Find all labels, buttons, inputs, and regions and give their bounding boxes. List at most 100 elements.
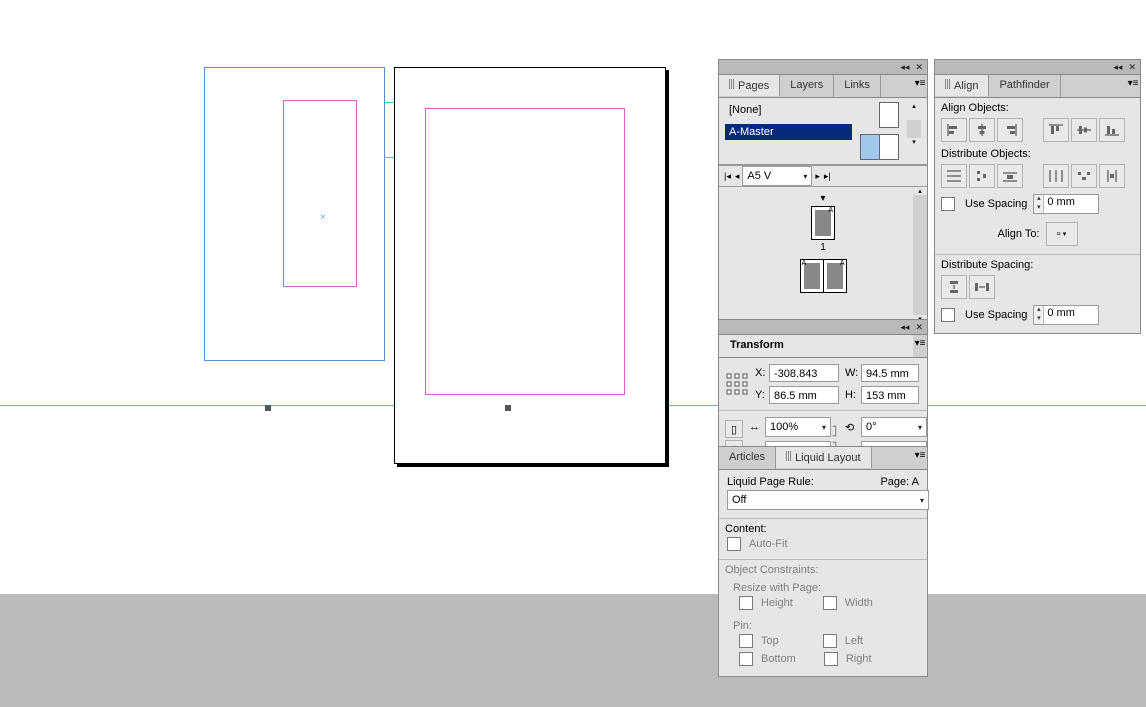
use-spacing-checkbox[interactable]: [941, 197, 955, 211]
panel-menu-icon[interactable]: ▾≡: [913, 75, 927, 97]
dist-vspace-icon[interactable]: [941, 275, 967, 299]
spread-thumb-right[interactable]: A: [824, 259, 847, 293]
nav-first-icon[interactable]: |◂: [723, 171, 732, 182]
panel-header: ◂◂ ✕: [719, 60, 927, 75]
pasteboard-bg: [0, 594, 1146, 707]
pin-top-label: Top: [761, 635, 779, 647]
align-right-icon[interactable]: [997, 118, 1023, 142]
h-label: H:: [845, 389, 861, 401]
align-left-icon[interactable]: [941, 118, 967, 142]
align-objects-label: Align Objects:: [935, 98, 1140, 116]
align-vcenter-icon[interactable]: [1071, 118, 1097, 142]
dist-right-icon[interactable]: [1099, 164, 1125, 188]
align-to-selector[interactable]: ▫▾: [1046, 222, 1078, 246]
margin-frame: [283, 100, 357, 287]
pin-left-checkbox[interactable]: [823, 634, 837, 648]
panel-header: ◂◂ ✕: [719, 320, 927, 335]
master-item-a[interactable]: A-Master: [725, 124, 852, 140]
nav-next-icon[interactable]: ▸: [814, 171, 821, 182]
page-thumb-1[interactable]: A: [811, 206, 835, 240]
tab-row: Align Pathfinder ▾≡: [935, 75, 1140, 98]
tab-row: Transform ▾≡: [719, 335, 927, 358]
dist-top-icon[interactable]: [941, 164, 967, 188]
page-handle[interactable]: [505, 405, 511, 411]
height-checkbox[interactable]: [739, 596, 753, 610]
use-spacing-label: Use Spacing: [965, 198, 1027, 210]
page-handle[interactable]: [265, 405, 271, 411]
page-a4[interactable]: [394, 67, 666, 464]
panel-menu-icon[interactable]: ▾≡: [1126, 75, 1140, 97]
dist-left-icon[interactable]: [1043, 164, 1069, 188]
y-field[interactable]: 86.5 mm: [769, 386, 839, 404]
collapse-icon[interactable]: ◂◂: [900, 322, 909, 333]
x-field[interactable]: -308.843 mm: [769, 364, 839, 382]
tab-layers[interactable]: Layers: [780, 75, 834, 97]
use-spacing-field[interactable]: ▴▾0 mm: [1033, 194, 1099, 214]
pages-panel: ◂◂ ✕ Pages Layers Links ▾≡ [None] A-Mast…: [718, 59, 928, 345]
pages-scrollbar[interactable]: ▴▾: [913, 187, 927, 323]
transform-title[interactable]: Transform: [719, 335, 913, 357]
tab-align[interactable]: Align: [935, 74, 989, 96]
master-thumb-a-right[interactable]: [880, 134, 899, 160]
dist-vcenter-icon[interactable]: [969, 164, 995, 188]
close-icon[interactable]: ✕: [915, 322, 923, 333]
master-scrollbar[interactable]: ▴▾: [907, 102, 921, 156]
pin-right-checkbox[interactable]: [824, 652, 838, 666]
collapse-icon[interactable]: ◂◂: [900, 62, 909, 73]
y-label: Y:: [755, 389, 769, 401]
use-spacing-checkbox-2[interactable]: [941, 308, 955, 322]
use-spacing-field-2[interactable]: ▴▾0 mm: [1033, 305, 1099, 325]
w-label: W:: [845, 367, 861, 379]
distribute-objects-label: Distribute Objects:: [935, 144, 1140, 162]
pages-preview: ▴▾ ▾ A 1 A A: [719, 187, 927, 323]
liquid-rule-label: Liquid Page Rule:: [727, 476, 814, 488]
rotate-field[interactable]: 0°▾: [861, 417, 927, 437]
content-label: Content:: [719, 519, 927, 537]
tab-liquid-layout[interactable]: Liquid Layout: [776, 446, 871, 468]
tab-articles[interactable]: Articles: [719, 447, 776, 469]
dist-bottom-icon[interactable]: [997, 164, 1023, 188]
liquid-rule-select[interactable]: Off▾: [727, 490, 929, 510]
resize-label: Resize with Page:: [719, 578, 927, 596]
master-thumb-none[interactable]: [879, 102, 899, 128]
scale-x-field[interactable]: 100%▾: [765, 417, 831, 437]
nav-prev-icon[interactable]: ◂: [734, 171, 741, 182]
close-icon[interactable]: ✕: [1128, 62, 1136, 73]
reference-point-grid[interactable]: [725, 372, 749, 396]
master-list: [None] A-Master: [725, 102, 852, 146]
close-icon[interactable]: ✕: [915, 62, 923, 73]
pin-top-checkbox[interactable]: [739, 634, 753, 648]
liquid-layout-panel: Articles Liquid Layout ▾≡ Liquid Page Ru…: [718, 446, 928, 677]
master-item-none[interactable]: [None]: [725, 102, 852, 118]
master-thumb-a-left[interactable]: [860, 134, 880, 160]
use-spacing-label-2: Use Spacing: [965, 309, 1027, 321]
h-field[interactable]: 153 mm: [861, 386, 919, 404]
align-top-icon[interactable]: [1043, 118, 1069, 142]
page-number-label: 1: [820, 242, 826, 253]
dist-hspace-icon[interactable]: [969, 275, 995, 299]
page-a5[interactable]: ×: [204, 67, 385, 361]
collapse-icon[interactable]: ◂◂: [1113, 62, 1122, 73]
w-field[interactable]: 94.5 mm: [861, 364, 919, 382]
constrain-content-icon[interactable]: ▯: [725, 420, 743, 438]
auto-fit-checkbox[interactable]: [727, 537, 741, 551]
tab-pages[interactable]: Pages: [719, 74, 780, 96]
margin-frame: [425, 108, 625, 395]
dist-hcenter-icon[interactable]: [1071, 164, 1097, 188]
tab-row: Articles Liquid Layout ▾≡: [719, 447, 927, 470]
align-hcenter-icon[interactable]: [969, 118, 995, 142]
tab-links[interactable]: Links: [834, 75, 881, 97]
panel-menu-icon[interactable]: ▾≡: [913, 447, 927, 469]
page-nav-select[interactable]: A5 V▾: [742, 166, 812, 186]
nav-last-icon[interactable]: ▸|: [823, 171, 832, 182]
align-bottom-icon[interactable]: [1099, 118, 1125, 142]
panel-menu-icon[interactable]: ▾≡: [913, 335, 927, 357]
pin-left-label: Left: [845, 635, 863, 647]
width-label: Width: [845, 597, 873, 609]
width-checkbox[interactable]: [823, 596, 837, 610]
auto-fit-label: Auto-Fit: [749, 538, 788, 550]
tab-pathfinder[interactable]: Pathfinder: [989, 75, 1060, 97]
spread-thumb-left[interactable]: A: [800, 259, 824, 293]
scale-x-icon: ↔: [749, 421, 765, 433]
pin-bottom-checkbox[interactable]: [739, 652, 753, 666]
